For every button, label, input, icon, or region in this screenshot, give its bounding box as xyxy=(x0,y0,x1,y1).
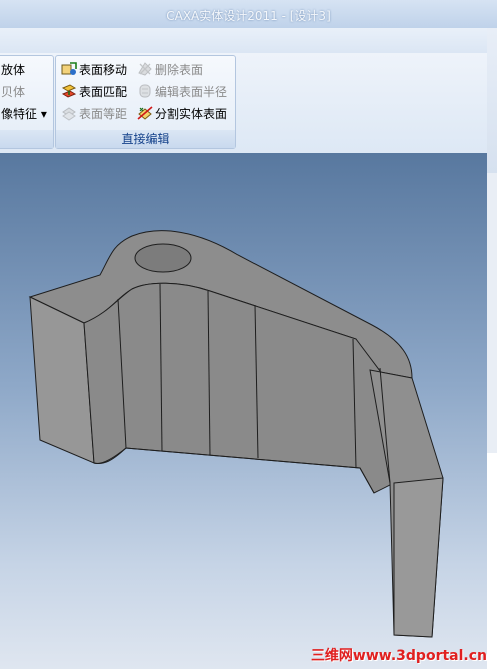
ribbon-command-fang-ti[interactable]: 放体 xyxy=(1,60,25,80)
ribbon-command-bei-ti[interactable]: 贝体 xyxy=(1,82,25,102)
delete-face-icon xyxy=(138,62,152,76)
ribbon-group-caption-empty xyxy=(0,130,53,148)
ribbon-command-mirror-feature[interactable]: 像特征 ▾ xyxy=(1,104,47,124)
right-panel-header xyxy=(487,28,497,173)
title-bar: CAXA实体设计2011 - [设计3] xyxy=(0,0,497,28)
command-label: 表面移动 xyxy=(79,63,128,77)
watermark: 三维网www.3dportal.cn xyxy=(310,648,487,664)
edit-face-radius-button[interactable]: 编辑表面半径 xyxy=(137,82,227,102)
command-label: 表面等距 xyxy=(79,107,128,121)
delete-face-button[interactable]: 删除表面 xyxy=(137,60,203,80)
command-label: 分割实体表面 xyxy=(155,107,228,121)
face-move-button[interactable]: 表面移动 xyxy=(61,60,127,80)
split-solid-face-button[interactable]: 分割实体表面 xyxy=(137,104,227,124)
ribbon-group-caption: 直接编辑 xyxy=(56,130,235,148)
face-offset-icon xyxy=(62,107,76,121)
right-arm-end-face xyxy=(393,477,444,638)
edit-face-radius-icon xyxy=(139,84,151,98)
command-label: 编辑表面半径 xyxy=(155,85,228,99)
hole-face xyxy=(134,243,192,273)
face-offset-button[interactable]: 表面等距 xyxy=(61,104,127,124)
window-title: CAXA实体设计2011 - [设计3] xyxy=(166,9,331,23)
command-label: 删除表面 xyxy=(155,63,204,77)
command-label: 贝体 xyxy=(1,85,26,99)
command-label: 表面匹配 xyxy=(79,85,128,99)
ribbon-panel: 放体 贝体 像特征 ▾ 直接编辑 表面移动 删除表面 表面匹配 编辑表面半径 表… xyxy=(0,53,497,153)
face-match-icon xyxy=(61,84,77,98)
right-panel-body xyxy=(487,173,497,453)
split-solid-face-icon xyxy=(137,106,153,120)
ribbon-group-direct-edit: 直接编辑 表面移动 删除表面 表面匹配 编辑表面半径 表面等距 分割实体表面 xyxy=(55,55,236,149)
command-label: 像特征 ▾ xyxy=(1,107,47,121)
face-move-icon xyxy=(61,62,77,75)
ribbon-tab-bar xyxy=(0,28,497,54)
part-model[interactable] xyxy=(0,153,487,669)
face-match-button[interactable]: 表面匹配 xyxy=(61,82,127,102)
command-label: 放体 xyxy=(1,63,26,77)
right-panel-edge xyxy=(487,28,497,669)
3d-design-viewport[interactable] xyxy=(0,153,487,669)
ribbon-group-left-partial: 放体 贝体 像特征 ▾ xyxy=(0,55,54,149)
